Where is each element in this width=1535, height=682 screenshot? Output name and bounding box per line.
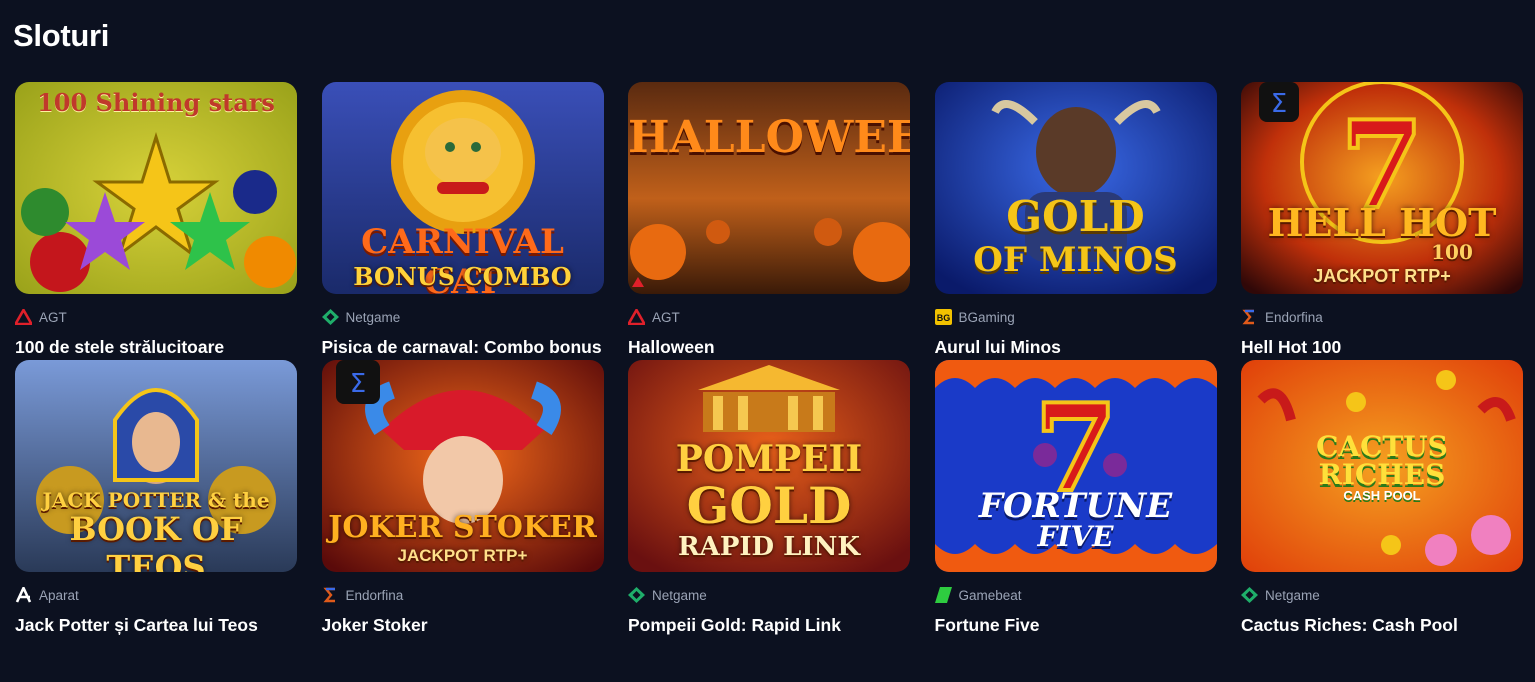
game-name[interactable]: Halloween xyxy=(628,335,910,360)
game-thumbnail[interactable]: JACK POTTER & the BOOK OF TEOS xyxy=(15,360,297,572)
game-thumbnail[interactable]: Σ JOKER STOKER JACKPOT RTP+ xyxy=(321,360,604,572)
art-subtitle: GOLD xyxy=(686,476,852,535)
endorfina-icon xyxy=(322,587,339,603)
provider: Endorfina xyxy=(322,587,604,603)
game-thumbnail[interactable]: HALLOWEEN xyxy=(628,82,910,294)
svg-text:Σ: Σ xyxy=(349,369,365,399)
provider-name: Netgame xyxy=(345,309,401,325)
art-title: 100 Shining stars xyxy=(37,88,275,117)
game-thumbnail[interactable]: 7 FORTUNE FIVE xyxy=(934,360,1217,572)
provider: Endorfina xyxy=(1241,309,1523,325)
art-tagline: CASH POOL xyxy=(1343,488,1421,503)
game-card[interactable]: CARNIVAL CAT BONUS COMBO Netgame Pisica … xyxy=(321,82,604,360)
art-subtitle: RICHES xyxy=(1318,458,1446,491)
games-grid: 100 Shining stars AGT 100 de stele străl… xyxy=(15,82,1523,638)
aparat-icon xyxy=(15,587,32,603)
game-card[interactable]: HALLOWEEN AGT Halloween xyxy=(628,82,910,360)
art-title: POMPEII xyxy=(675,438,863,480)
svg-text:BG: BG xyxy=(936,313,950,323)
game-card[interactable]: Σ JOKER STOKER JACKPOT RTP+ Endorfina Jo… xyxy=(321,360,604,638)
game-card[interactable]: JACK POTTER & the BOOK OF TEOS Aparat Ja… xyxy=(15,360,297,638)
provider-name: AGT xyxy=(652,309,680,325)
game-thumbnail[interactable]: 100 Shining stars xyxy=(15,82,297,294)
provider: Netgame xyxy=(628,587,910,603)
netgame-icon xyxy=(1241,587,1258,603)
game-name[interactable]: Fortune Five xyxy=(935,613,1217,638)
agt-icon xyxy=(15,309,32,325)
provider-name: BGaming xyxy=(958,309,1015,325)
provider: Aparat xyxy=(15,587,297,603)
art-title: HELL HOT xyxy=(1267,200,1497,245)
art-title: JACK POTTER & the xyxy=(42,488,270,512)
art-subtitle: BONUS COMBO xyxy=(353,262,572,291)
art-title: JOKER STOKER xyxy=(328,510,597,545)
game-thumbnail[interactable]: CARNIVAL CAT BONUS COMBO xyxy=(321,82,604,294)
provider-name: Endorfina xyxy=(345,587,404,603)
section-title: Sloturi xyxy=(13,18,110,53)
game-thumbnail[interactable]: POMPEII GOLD RAPID LINK xyxy=(628,360,910,572)
game-name[interactable]: Aurul lui Minos xyxy=(935,335,1217,360)
game-thumbnail[interactable]: 7 Σ HELL HOT 100 JACKPOT RTP+ xyxy=(1241,82,1523,294)
art-subtitle: BOOK OF TEOS xyxy=(69,510,243,572)
art-tagline: RAPID LINK xyxy=(678,532,860,562)
svg-text:Σ: Σ xyxy=(1271,89,1287,119)
art-badge: 100 xyxy=(1431,240,1473,264)
game-card[interactable]: 7 FORTUNE FIVE Gamebeat Fortune Five xyxy=(934,360,1217,638)
art-subtitle: JACKPOT RTP+ xyxy=(1313,266,1451,286)
game-name[interactable]: Pompeii Gold: Rapid Link xyxy=(628,613,910,638)
game-card[interactable]: GOLD OF MINOS BG BGaming Aurul lui Minos xyxy=(934,82,1217,360)
netgame-icon xyxy=(628,587,645,603)
provider: Netgame xyxy=(1241,587,1523,603)
art-title: GOLD xyxy=(1006,192,1145,241)
art-subtitle: JACKPOT RTP+ xyxy=(397,546,528,565)
provider-name: AGT xyxy=(39,309,67,325)
provider: Gamebeat xyxy=(934,587,1217,603)
game-name[interactable]: Jack Potter și Cartea lui Teos xyxy=(15,613,297,638)
game-name[interactable]: Cactus Riches: Cash Pool xyxy=(1241,613,1523,638)
game-name[interactable]: Hell Hot 100 xyxy=(1241,335,1523,360)
endorfina-icon xyxy=(1241,309,1258,325)
game-name[interactable]: Joker Stoker xyxy=(322,613,604,638)
art-title: HALLOWEEN xyxy=(628,112,910,163)
provider: Netgame xyxy=(321,309,604,325)
game-card[interactable]: 100 Shining stars AGT 100 de stele străl… xyxy=(15,82,297,360)
provider: AGT xyxy=(628,309,910,325)
art-subtitle: OF MINOS xyxy=(973,240,1178,280)
provider-name: Netgame xyxy=(652,587,707,603)
bgaming-icon: BG xyxy=(934,309,952,325)
provider-name: Netgame xyxy=(1265,587,1320,603)
netgame-icon xyxy=(321,309,339,325)
game-card[interactable]: POMPEII GOLD RAPID LINK Netgame Pompeii … xyxy=(628,360,910,638)
game-card[interactable]: 7 Σ HELL HOT 100 JACKPOT RTP+ Endorfina … xyxy=(1241,82,1523,360)
provider-name: Endorfina xyxy=(1265,309,1323,325)
provider-name: Aparat xyxy=(39,587,79,603)
game-card[interactable]: CACTUS RICHES CASH POOL Netgame Cactus R… xyxy=(1241,360,1523,638)
gamebeat-icon xyxy=(934,587,952,603)
game-name[interactable]: Pisica de carnaval: Combo bonus xyxy=(322,335,604,360)
provider: AGT xyxy=(15,309,297,325)
provider-name: Gamebeat xyxy=(958,587,1022,603)
art-subtitle: FIVE xyxy=(1037,520,1114,553)
game-thumbnail[interactable]: CACTUS RICHES CASH POOL xyxy=(1241,360,1523,572)
agt-icon xyxy=(628,309,645,325)
game-name[interactable]: 100 de stele strălucitoare xyxy=(15,335,297,360)
provider: BG BGaming xyxy=(934,309,1217,325)
game-thumbnail[interactable]: GOLD OF MINOS xyxy=(934,82,1217,294)
